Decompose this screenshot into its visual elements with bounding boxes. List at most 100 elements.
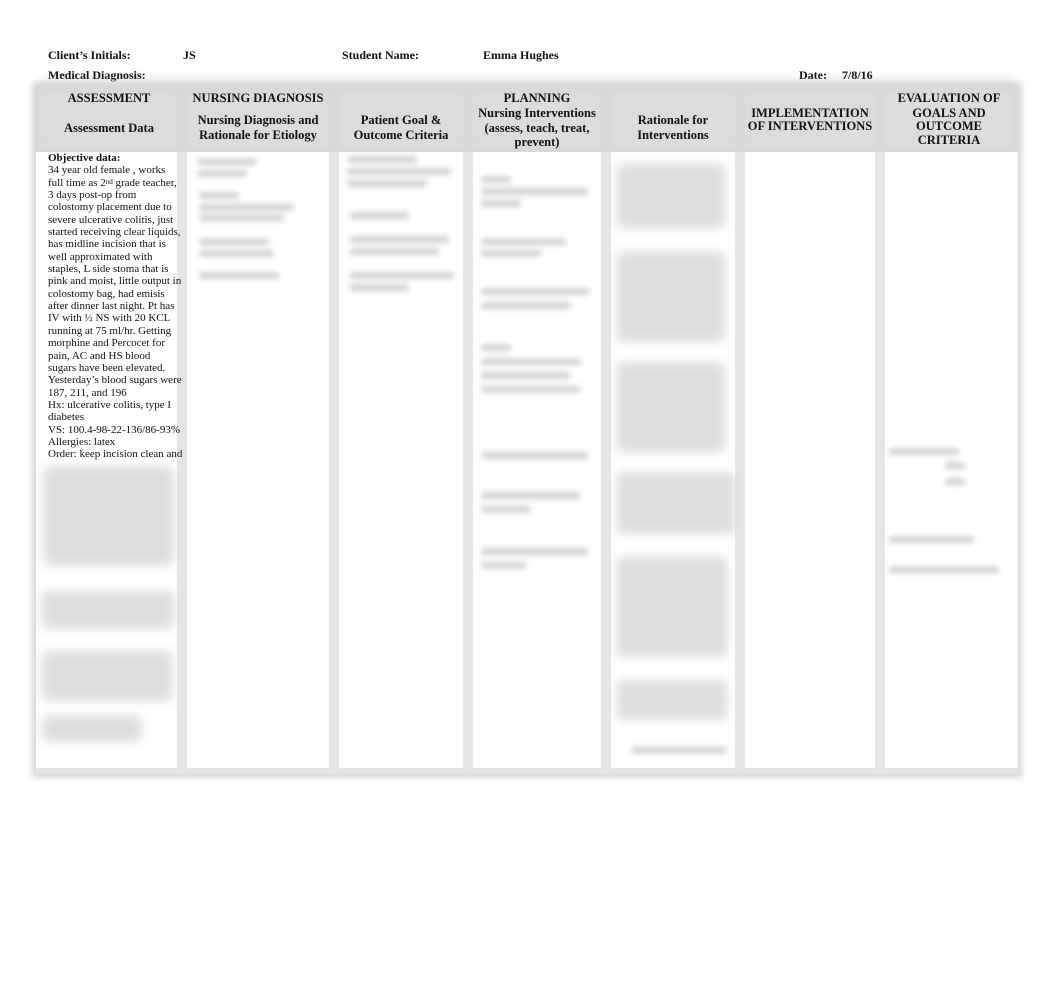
column-patient-goal: Patient Goal & Outcome Criteria bbox=[334, 86, 468, 774]
assessment-line: sugars have been elevated. bbox=[48, 361, 166, 374]
patient-goal-title-1: Patient Goal & bbox=[360, 113, 442, 127]
redacted-block bbox=[617, 362, 725, 452]
redacted-text bbox=[481, 452, 589, 459]
assessment-line: colostomy bag, had emisis bbox=[48, 287, 165, 300]
redacted-text bbox=[349, 272, 454, 279]
planning-group-label: PLANNING bbox=[503, 91, 571, 105]
redacted-text bbox=[199, 250, 274, 257]
assessment-line: started receiving clear liquids, bbox=[48, 226, 181, 239]
redacted-block bbox=[617, 472, 735, 534]
column-body-nursing-interventions bbox=[468, 152, 606, 774]
redacted-text bbox=[199, 204, 294, 211]
column-nursing-interventions: PLANNING Nursing Interventions (assess, … bbox=[468, 86, 606, 774]
column-body-nursing-diagnosis bbox=[182, 152, 334, 774]
redacted-text bbox=[481, 302, 571, 309]
assessment-line: colostomy placement due to bbox=[48, 201, 172, 214]
assessment-line: Order: keep incision clean and bbox=[48, 448, 183, 461]
redacted-block bbox=[42, 591, 174, 629]
redacted-text bbox=[481, 176, 511, 183]
column-header-assessment: ASSESSMENT Assessment Data bbox=[36, 86, 182, 152]
column-implementation: IMPLEMENTATION OF INTERVENTIONS bbox=[740, 86, 880, 774]
redacted-block bbox=[42, 716, 142, 742]
redacted-block bbox=[42, 651, 172, 701]
assessment-line: IV with ½ NS with 20 KCL bbox=[48, 312, 171, 325]
column-header-nursing-diagnosis: NURSING DIAGNOSIS Nursing Diagnosis and … bbox=[182, 86, 334, 152]
client-initials-label: Client’s Initials: bbox=[48, 48, 131, 62]
assessment-line: diabetes bbox=[48, 411, 85, 424]
column-header-patient-goal: Patient Goal & Outcome Criteria bbox=[334, 86, 468, 152]
redacted-block bbox=[617, 557, 727, 657]
column-rationale: Rationale for Interventions bbox=[606, 86, 740, 774]
header-row-1: Client’s Initials: JS Student Name: Emma… bbox=[0, 48, 1062, 64]
assessment-line: 34 year old female , works bbox=[48, 164, 166, 177]
redacted-text bbox=[481, 188, 589, 195]
assessment-line: 187, 211, and 196 bbox=[48, 386, 127, 399]
redacted-text bbox=[481, 200, 521, 207]
redacted-text bbox=[945, 462, 965, 469]
assessment-line: 3 days post-op from bbox=[48, 189, 137, 202]
redacted-text bbox=[481, 386, 581, 393]
ordinal-superscript: nd bbox=[105, 177, 113, 186]
rationale-title-1: Rationale for bbox=[637, 113, 709, 127]
redacted-text bbox=[199, 214, 284, 221]
nursing-diagnosis-title-2: Rationale for Etiology bbox=[199, 128, 317, 142]
patient-goal-title-2: Outcome Criteria bbox=[353, 128, 449, 142]
care-plan-table: ASSESSMENT Assessment Data NURSING DIAGN… bbox=[36, 86, 1018, 774]
assessment-line: well approximated with bbox=[48, 250, 153, 263]
assessment-line: has midline incision that is bbox=[48, 238, 166, 251]
redacted-text bbox=[347, 180, 427, 187]
assessment-line: staples, L side stoma that is bbox=[48, 263, 169, 276]
date-value: 7/8/16 bbox=[842, 68, 873, 82]
redacted-text bbox=[197, 170, 247, 177]
column-body-patient-goal bbox=[334, 152, 468, 774]
implementation-title-2: OF INTERVENTIONS bbox=[747, 119, 873, 133]
nursing-interventions-title-3: prevent) bbox=[514, 135, 560, 149]
assessment-line: Allergies: latex bbox=[48, 435, 116, 448]
redacted-text bbox=[889, 448, 959, 455]
redacted-text bbox=[481, 288, 589, 295]
assessment-line-part: full time as 2 bbox=[48, 176, 106, 189]
assessment-title: Assessment Data bbox=[64, 121, 154, 135]
assessment-line-part: grade teacher, bbox=[112, 176, 177, 189]
redacted-text bbox=[481, 548, 589, 555]
column-header-evaluation: EVALUATION OF GOALS AND OUTCOME CRITERIA bbox=[880, 86, 1018, 152]
redacted-text bbox=[349, 248, 439, 255]
evaluation-title-4: CRITERIA bbox=[917, 133, 981, 147]
redacted-text bbox=[349, 212, 409, 219]
column-nursing-diagnosis: NURSING DIAGNOSIS Nursing Diagnosis and … bbox=[182, 86, 334, 774]
nursing-diagnosis-group-label: NURSING DIAGNOSIS bbox=[192, 91, 324, 105]
redacted-text bbox=[481, 238, 566, 245]
nursing-interventions-title-2: (assess, teach, treat, bbox=[484, 121, 590, 135]
implementation-title-1: IMPLEMENTATION bbox=[751, 106, 869, 120]
header-row-2: Medical Diagnosis: Date: 7/8/16 bbox=[0, 68, 1062, 84]
assessment-line: pink and moist, little output in bbox=[48, 275, 182, 288]
redacted-text bbox=[889, 536, 974, 543]
nursing-interventions-title-1: Nursing Interventions bbox=[478, 106, 596, 120]
rationale-title-2: Interventions bbox=[637, 128, 709, 142]
evaluation-title-2: GOALS AND bbox=[912, 106, 986, 120]
redacted-text bbox=[889, 566, 999, 573]
client-initials-value: JS bbox=[183, 48, 196, 62]
redacted-block bbox=[44, 466, 174, 566]
redacted-text bbox=[481, 358, 581, 365]
column-body-rationale bbox=[606, 152, 740, 774]
redacted-text bbox=[481, 492, 581, 499]
redacted-block bbox=[617, 252, 725, 342]
redacted-text bbox=[199, 192, 239, 199]
redacted-text bbox=[631, 747, 726, 754]
assessment-line: morphine and Percocet for bbox=[48, 337, 165, 350]
redacted-text bbox=[199, 238, 269, 245]
redacted-text bbox=[481, 344, 511, 351]
assessment-data-text: Objective data: 34 year old female , wor… bbox=[48, 152, 184, 461]
evaluation-title-1: EVALUATION OF bbox=[897, 91, 1001, 105]
redacted-text bbox=[349, 284, 409, 291]
objective-data-label: Objective data: bbox=[48, 152, 121, 164]
redacted-text bbox=[347, 168, 452, 175]
assessment-line: severe ulcerative colitis, just bbox=[48, 213, 174, 226]
redacted-text bbox=[197, 158, 257, 165]
assessment-line: pain, AC and HS blood bbox=[48, 349, 151, 362]
assessment-line: Yesterday’s blood sugars were bbox=[48, 374, 182, 387]
redacted-text bbox=[481, 250, 541, 257]
column-body-evaluation bbox=[880, 152, 1018, 774]
column-header-nursing-interventions: PLANNING Nursing Interventions (assess, … bbox=[468, 86, 606, 152]
